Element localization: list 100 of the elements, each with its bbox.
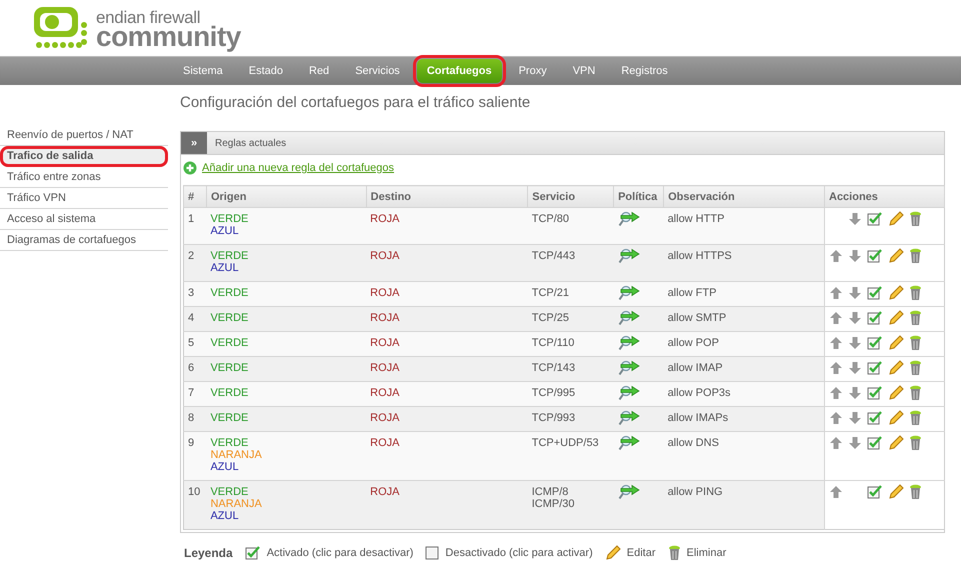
trash-icon[interactable] <box>909 335 922 351</box>
down-arrow-icon[interactable] <box>848 212 862 226</box>
sidebar-item[interactable]: Acceso al sistema <box>0 209 168 230</box>
pencil-icon[interactable] <box>888 385 904 401</box>
checkbox-icon[interactable] <box>867 211 883 227</box>
rule-number: 7 <box>188 387 196 399</box>
trash-icon[interactable] <box>909 385 922 401</box>
up-arrow-icon[interactable] <box>829 411 843 425</box>
down-arrow-icon[interactable] <box>848 336 862 350</box>
zone-label: ROJA <box>370 287 401 299</box>
nav-tab[interactable]: Red <box>296 57 342 85</box>
zone-label: VERDE <box>210 312 250 324</box>
page-title: Configuración del cortafuegos para el tráfico saliente <box>180 94 532 111</box>
sidebar-item[interactable]: Diagramas de cortafuegos <box>0 230 168 251</box>
pencil-icon[interactable] <box>888 310 904 326</box>
sidebar-item[interactable]: Trafico de salida <box>0 146 168 167</box>
up-arrow-icon[interactable] <box>829 286 843 300</box>
checkbox-icon[interactable] <box>867 285 883 301</box>
rule-note: allow HTTPS <box>668 250 733 262</box>
trash-icon[interactable] <box>909 248 922 264</box>
collapse-button[interactable]: » <box>181 132 207 154</box>
rule-number: 3 <box>188 287 196 299</box>
magnifier-arrow-icon <box>618 211 642 227</box>
trash-icon[interactable] <box>909 410 922 426</box>
down-arrow-icon[interactable] <box>848 361 862 375</box>
rule-number: 9 <box>188 437 196 449</box>
checkbox-icon[interactable] <box>867 484 883 500</box>
sidebar-item[interactable]: Tráfico VPN <box>0 188 168 209</box>
up-arrow-icon[interactable] <box>829 386 843 400</box>
pencil-icon[interactable] <box>888 484 904 500</box>
service-label: TCP/21 <box>532 287 570 299</box>
checkbox-icon[interactable] <box>867 410 883 426</box>
legend-title: Leyenda <box>184 546 233 560</box>
magnifier-arrow-icon <box>618 360 642 376</box>
zone-label: AZUL <box>210 225 240 237</box>
magnifier-arrow-icon <box>618 335 642 351</box>
pencil-icon[interactable] <box>888 285 904 301</box>
nav-tab[interactable]: Cortafuegos <box>416 59 502 83</box>
checkbox-icon[interactable] <box>867 248 883 264</box>
zone-label: VERDE <box>210 437 250 449</box>
trash-icon[interactable] <box>909 285 922 301</box>
pencil-icon[interactable] <box>888 410 904 426</box>
pencil-icon[interactable] <box>888 211 904 227</box>
trash-icon[interactable] <box>909 435 922 451</box>
service-label: ICMP/30 <box>532 498 576 510</box>
checkbox-icon[interactable] <box>867 360 883 376</box>
legend-label: Editar <box>626 547 656 559</box>
zone-label: ROJA <box>370 412 401 424</box>
checkbox-icon[interactable] <box>867 335 883 351</box>
zone-label: VERDE <box>210 337 250 349</box>
up-arrow-icon[interactable] <box>829 336 843 350</box>
magnifier-arrow-icon <box>618 285 642 301</box>
nav-tab[interactable]: Estado <box>236 57 296 85</box>
column-header: Política <box>614 186 664 208</box>
up-arrow-icon[interactable] <box>829 485 843 499</box>
zone-label: ROJA <box>370 437 401 449</box>
up-arrow-icon[interactable] <box>829 436 843 450</box>
zone-label: ROJA <box>370 362 401 374</box>
pencil-icon[interactable] <box>888 360 904 376</box>
checkbox-icon <box>244 545 261 561</box>
zone-label: AZUL <box>210 461 240 473</box>
nav-tab[interactable]: Servicios <box>342 57 413 85</box>
nav-tab[interactable]: Sistema <box>170 57 236 85</box>
down-arrow-icon[interactable] <box>848 311 862 325</box>
up-arrow-icon[interactable] <box>829 249 843 263</box>
trash-icon[interactable] <box>909 484 922 500</box>
add-rule-link[interactable]: Añadir una nueva regla del cortafuegos <box>202 162 394 174</box>
magnifier-arrow-icon <box>618 310 642 326</box>
pencil-icon <box>604 545 621 561</box>
rule-note: allow HTTP <box>668 213 726 225</box>
down-arrow-icon[interactable] <box>848 286 862 300</box>
checkbox-icon[interactable] <box>867 435 883 451</box>
up-arrow-icon[interactable] <box>829 361 843 375</box>
rule-note: allow SMTP <box>668 312 728 324</box>
column-header: # <box>184 186 206 208</box>
down-arrow-icon[interactable] <box>848 411 862 425</box>
sidebar-item[interactable]: Tráfico entre zonas <box>0 167 168 188</box>
trash-icon[interactable] <box>909 211 922 227</box>
zone-label: VERDE <box>210 250 250 262</box>
zone-label: VERDE <box>210 287 250 299</box>
trash-icon[interactable] <box>909 360 922 376</box>
magnifier-arrow-icon <box>618 484 642 500</box>
column-header: Acciones <box>824 186 944 208</box>
checkbox-icon[interactable] <box>867 385 883 401</box>
down-arrow-icon[interactable] <box>848 436 862 450</box>
zone-label: ROJA <box>370 337 401 349</box>
rule-note: allow IMAPs <box>668 412 730 424</box>
up-arrow-icon[interactable] <box>829 311 843 325</box>
magnifier-arrow-icon <box>618 248 642 264</box>
pencil-icon[interactable] <box>888 335 904 351</box>
nav-tab[interactable]: VPN <box>560 57 608 85</box>
down-arrow-icon[interactable] <box>848 249 862 263</box>
pencil-icon[interactable] <box>888 248 904 264</box>
pencil-icon[interactable] <box>888 435 904 451</box>
down-arrow-icon[interactable] <box>848 386 862 400</box>
trash-icon[interactable] <box>909 310 922 326</box>
checkbox-icon[interactable] <box>867 310 883 326</box>
nav-tab[interactable]: Proxy <box>506 57 560 85</box>
panel-title: Reglas actuales <box>215 138 286 148</box>
nav-tab[interactable]: Registros <box>608 57 681 85</box>
